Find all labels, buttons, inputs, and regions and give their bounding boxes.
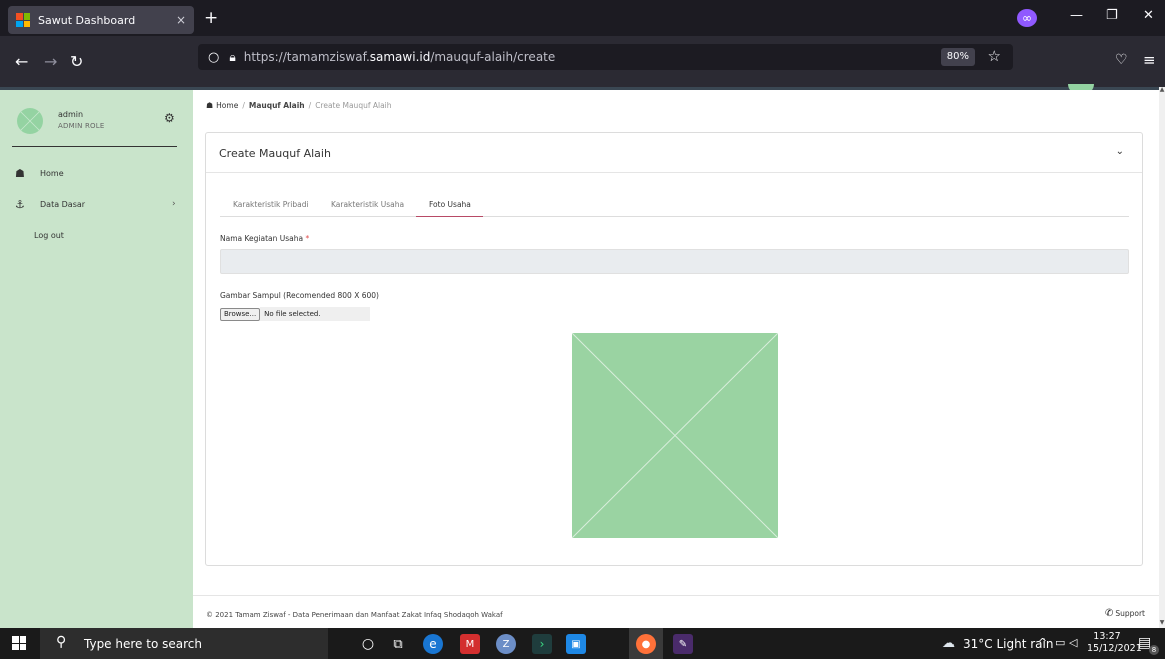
page-viewport: admin ADMIN ROLE ⚙ ☗ Home ⚓ Data Dasar ›…	[0, 90, 1159, 628]
cloud-rain-icon[interactable]: ☁	[942, 636, 955, 651]
page-footer: © 2021 Tamam Ziswaf - Data Penerimaan da…	[193, 595, 1159, 628]
forward-arrow-icon[interactable]: →	[44, 53, 57, 71]
new-tab-button[interactable]: +	[204, 8, 218, 28]
scroll-up-icon[interactable]: ▲	[1159, 86, 1165, 94]
sidebar: admin ADMIN ROLE ⚙ ☗ Home ⚓ Data Dasar ›…	[0, 90, 193, 628]
page-scrollbar[interactable]	[1159, 87, 1165, 628]
browser-tab[interactable]: Sawut Dashboard ×	[8, 6, 194, 34]
clock-date: 15/12/2021	[1087, 643, 1142, 654]
sidebar-item-label: Home	[40, 169, 64, 178]
paint-app-icon[interactable]: ✎	[673, 634, 693, 654]
create-form-card: Create Mauquf Alaih ⌄ Karakteristik Prib…	[205, 132, 1143, 566]
card-header: Create Mauquf Alaih ⌄	[206, 133, 1142, 173]
windows-start-icon[interactable]	[12, 636, 26, 650]
app-window-icon[interactable]: ▣	[566, 634, 586, 654]
sidebar-item-logout[interactable]: Log out	[0, 227, 193, 247]
support-link[interactable]: ✆ Support	[1105, 608, 1145, 619]
private-mask-icon[interactable]: ∞	[1017, 9, 1037, 27]
card-title: Create Mauquf Alaih	[219, 147, 331, 160]
footer-copyright: © 2021 Tamam Ziswaf - Data Penerimaan da…	[206, 611, 503, 619]
home-icon: ☗	[206, 101, 214, 110]
dashboard-favicon-icon	[16, 13, 30, 27]
notification-count-badge: 8	[1149, 645, 1159, 655]
user-name: admin	[58, 110, 84, 119]
search-icon: ⚲	[56, 634, 67, 650]
tab-title: Sawut Dashboard	[38, 13, 136, 27]
firefox-icon[interactable]: ●	[636, 634, 656, 654]
tracking-shield-icon[interactable]: ○	[208, 50, 219, 65]
zoom-level-badge[interactable]: 80%	[940, 48, 975, 66]
gear-icon[interactable]: ⚙	[164, 111, 175, 125]
tab-foto-usaha[interactable]: Foto Usaha	[416, 192, 483, 217]
battery-icon[interactable]: ▭	[1055, 636, 1065, 649]
pocket-icon[interactable]: ♡	[1115, 52, 1128, 68]
bookmark-star-icon[interactable]: ☆	[988, 47, 1001, 65]
tab-karakteristik-pribadi[interactable]: Karakteristik Pribadi	[233, 192, 309, 217]
sidebar-item-home[interactable]: ☗ Home	[0, 165, 193, 185]
terminal-app-icon[interactable]: ›	[532, 634, 552, 654]
taskbar-search[interactable]: ⚲ Type here to search	[40, 628, 328, 659]
image-placeholder-icon	[572, 333, 778, 538]
tab-close-icon[interactable]: ×	[176, 13, 186, 27]
cortana-icon[interactable]: ○	[358, 634, 378, 654]
url-bar[interactable]: ○ 🔒︎ https://tamamziswaf.samawi.id/mauqu…	[198, 44, 1013, 70]
hamburger-menu-icon[interactable]: ≡	[1143, 51, 1156, 69]
sidebar-item-label: Log out	[34, 231, 64, 240]
breadcrumb-current: Create Mauquf Alaih	[315, 101, 392, 110]
file-status: No file selected.	[260, 307, 371, 321]
windows-taskbar: ⚲ Type here to search ○ ⧉ e M Z › ▣ ● ✎ …	[0, 628, 1165, 659]
chevron-up-icon[interactable]: ^	[1038, 636, 1047, 649]
scroll-down-icon[interactable]: ▼	[1159, 619, 1165, 627]
browser-tabstrip: Sawut Dashboard × + ∞ — ❐ ✕	[0, 0, 1165, 36]
gambar-sampul-label: Gambar Sampul (Recomended 800 X 600)	[220, 291, 379, 300]
avatar	[17, 108, 43, 134]
edge-browser-icon[interactable]: e	[423, 634, 443, 654]
speaker-icon[interactable]: ◁	[1069, 636, 1077, 649]
window-restore-button[interactable]: ❐	[1106, 8, 1118, 23]
home-icon: ☗	[15, 167, 25, 180]
url-text: https://tamamziswaf.samawi.id/mauquf-ala…	[243, 50, 556, 64]
nama-kegiatan-input[interactable]	[220, 249, 1129, 274]
window-minimize-button[interactable]: —	[1070, 8, 1083, 23]
back-arrow-icon[interactable]: ←	[15, 53, 28, 71]
phone-icon: ✆	[1104, 608, 1114, 619]
breadcrumb: ☗ Home / Mauquf Alaih / Create Mauquf Alaih	[206, 101, 392, 110]
reload-icon[interactable]: ↻	[70, 53, 83, 71]
user-role: ADMIN ROLE	[58, 122, 105, 130]
app-z-icon[interactable]: Z	[496, 634, 516, 654]
app-m-icon[interactable]: M	[460, 634, 480, 654]
nama-kegiatan-label: Nama Kegiatan Usaha *	[220, 234, 310, 243]
browse-button[interactable]: Browse...	[220, 307, 261, 321]
breadcrumb-home[interactable]: Home	[216, 101, 238, 110]
form-tabs: Karakteristik Pribadi Karakteristik Usah…	[220, 192, 1129, 217]
tab-karakteristik-usaha[interactable]: Karakteristik Usaha	[331, 192, 404, 217]
search-placeholder: Type here to search	[84, 637, 202, 651]
sidebar-item-data-dasar[interactable]: ⚓ Data Dasar ›	[0, 196, 193, 216]
chevron-right-icon: ›	[172, 199, 176, 209]
browser-navbar: ← → ↻ ○ 🔒︎ https://tamamziswaf.samawi.id…	[0, 36, 1165, 90]
window-close-button[interactable]: ✕	[1143, 8, 1154, 23]
lock-icon[interactable]: 🔒︎	[229, 50, 235, 65]
file-input[interactable]: Browse... No file selected.	[220, 307, 371, 321]
avatar-placeholder-icon	[17, 108, 43, 134]
sidebar-item-label: Data Dasar	[40, 200, 86, 209]
anchor-icon: ⚓	[15, 198, 25, 211]
system-clock[interactable]: 13:27 15/12/2021	[1087, 631, 1142, 655]
clock-time: 13:27	[1093, 631, 1121, 642]
task-view-icon[interactable]: ⧉	[388, 634, 408, 654]
chevron-down-icon[interactable]: ⌄	[1116, 146, 1124, 157]
sidebar-divider	[12, 146, 177, 147]
breadcrumb-section[interactable]: Mauquf Alaih	[249, 101, 305, 110]
